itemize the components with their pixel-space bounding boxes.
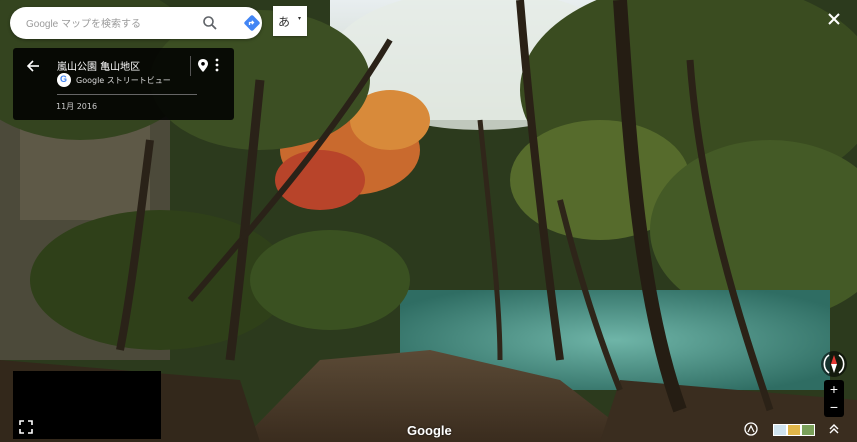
divider [190,56,191,76]
capture-date[interactable]: 11月 2016 [56,101,97,112]
expand-icon[interactable] [828,423,840,435]
zoom-in-button[interactable]: + [824,380,844,398]
thumbnail[interactable] [801,424,815,436]
search-box[interactable] [10,7,262,39]
fullscreen-icon[interactable] [18,419,34,435]
mini-map[interactable] [13,371,161,439]
google-logo-icon: G [57,73,71,87]
directions-icon[interactable] [243,14,261,32]
compass-icon[interactable] [819,349,849,379]
thumbnail[interactable] [773,424,787,436]
photo-icon[interactable] [744,422,758,436]
zoom-control: + − [824,380,844,417]
search-input[interactable] [24,14,198,34]
input-method-toggle[interactable]: あ ▾ [273,6,307,36]
google-wordmark: Google [407,423,452,438]
close-icon[interactable] [826,11,842,27]
zoom-out-button[interactable]: − [824,398,844,416]
location-info-panel: 嵐山公園 亀山地区 G Google ストリートビュー 11月 2016 [13,48,234,120]
search-icon[interactable] [202,15,218,31]
imagery-source: Google ストリートビュー [76,76,171,85]
more-vert-icon[interactable] [214,57,220,73]
ime-label: あ [278,15,291,29]
location-pin-icon[interactable] [197,58,209,73]
place-title[interactable]: 嵐山公園 亀山地区 [57,58,140,73]
layer-thumbnails[interactable] [773,424,815,436]
chevron-down-icon: ▾ [298,16,302,22]
back-arrow-icon[interactable] [25,58,41,74]
divider [57,94,197,95]
thumbnail[interactable] [787,424,801,436]
